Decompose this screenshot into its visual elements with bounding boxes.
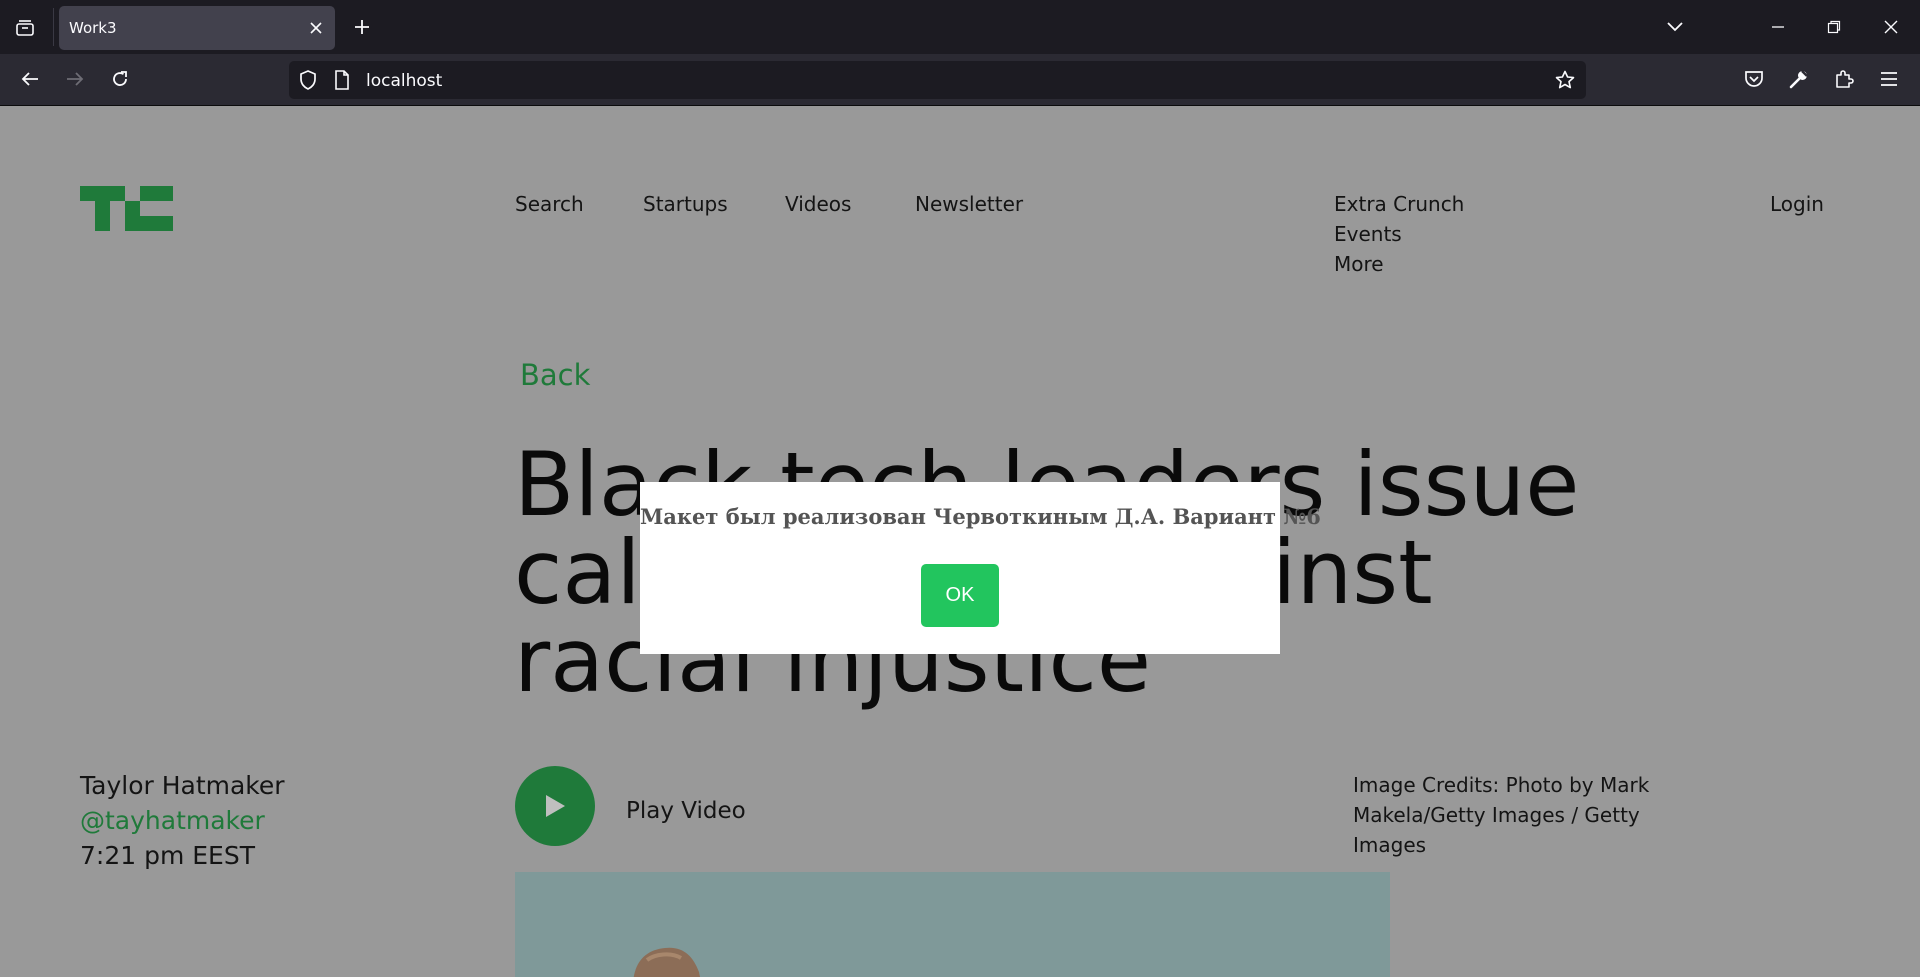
minimize-icon <box>1772 26 1784 28</box>
star-icon <box>1555 70 1575 89</box>
chevron-down-icon <box>1667 22 1683 32</box>
ok-button[interactable]: OK <box>921 564 999 627</box>
browser-nav-bar: localhost <box>0 54 1920 106</box>
nav-newsletter[interactable]: Newsletter <box>915 192 1023 216</box>
nav-videos[interactable]: Videos <box>785 192 851 216</box>
article-hero-image <box>515 872 1390 977</box>
nav-startups[interactable]: Startups <box>643 192 728 216</box>
arrow-left-icon <box>21 72 38 86</box>
url-text[interactable]: localhost <box>366 71 442 91</box>
author-name[interactable]: Taylor Hatmaker <box>80 768 285 803</box>
reload-icon <box>113 71 127 86</box>
nav-events[interactable]: Events <box>1334 219 1464 249</box>
back-button[interactable] <box>15 64 45 94</box>
bookmark-button[interactable] <box>1554 69 1576 91</box>
author-handle[interactable]: @tayhatmaker <box>80 803 285 838</box>
tracking-protection-button[interactable] <box>297 69 319 91</box>
page-icon <box>335 70 349 90</box>
new-tab-button[interactable] <box>349 14 375 40</box>
nav-extra-crunch[interactable]: Extra Crunch <box>1334 189 1464 219</box>
login-link[interactable]: Login <box>1770 192 1824 216</box>
techcrunch-logo[interactable] <box>80 186 173 231</box>
pocket-button[interactable] <box>1739 64 1769 94</box>
pocket-icon <box>1745 71 1763 87</box>
restore-button[interactable] <box>1819 12 1849 42</box>
close-icon <box>1884 20 1898 34</box>
page-info-button[interactable] <box>331 69 353 91</box>
close-tab-button[interactable] <box>307 19 325 37</box>
author-block: Taylor Hatmaker @tayhatmaker 7:21 pm EES… <box>80 768 285 873</box>
alert-modal: Макет был реализован Червоткиным Д.А. Ва… <box>640 482 1321 654</box>
puzzle-icon <box>1836 70 1854 88</box>
modal-message: Макет был реализован Червоткиным Д.А. Ва… <box>640 504 1321 529</box>
close-icon <box>310 22 322 34</box>
nav-search[interactable]: Search <box>515 192 584 216</box>
restore-icon <box>1827 20 1841 34</box>
back-link[interactable]: Back <box>520 358 590 392</box>
nav-more[interactable]: More <box>1334 249 1464 279</box>
image-credits: Image Credits: Photo by Mark Makela/Gett… <box>1353 773 1650 857</box>
menu-button[interactable] <box>1874 64 1904 94</box>
extensions-button[interactable] <box>1829 64 1859 94</box>
browser-tab[interactable]: Work3 <box>59 6 335 50</box>
minimize-button[interactable] <box>1763 12 1793 42</box>
list-all-tabs-button[interactable] <box>1660 12 1690 42</box>
play-video-label[interactable]: Play Video <box>626 798 746 824</box>
nav-secondary: Extra Crunch Events More <box>1334 189 1464 279</box>
tab-divider <box>53 8 54 46</box>
tab-list-button[interactable] <box>10 15 40 41</box>
play-icon <box>546 795 565 817</box>
close-window-button[interactable] <box>1876 12 1906 42</box>
tab-list-icon <box>16 20 34 36</box>
forward-button[interactable] <box>60 64 90 94</box>
tab-title: Work3 <box>69 19 117 37</box>
wrench-icon <box>1789 70 1808 89</box>
shield-icon <box>300 70 316 90</box>
devtools-button[interactable] <box>1784 64 1814 94</box>
arrow-right-icon <box>67 72 84 86</box>
reload-button[interactable] <box>105 64 135 94</box>
browser-tab-bar: Work3 <box>0 0 1920 54</box>
plus-icon <box>355 20 369 34</box>
play-video-button[interactable] <box>515 766 595 846</box>
url-bar[interactable]: localhost <box>289 61 1586 99</box>
publish-time: 7:21 pm EEST <box>80 841 255 870</box>
hamburger-icon <box>1881 72 1897 86</box>
